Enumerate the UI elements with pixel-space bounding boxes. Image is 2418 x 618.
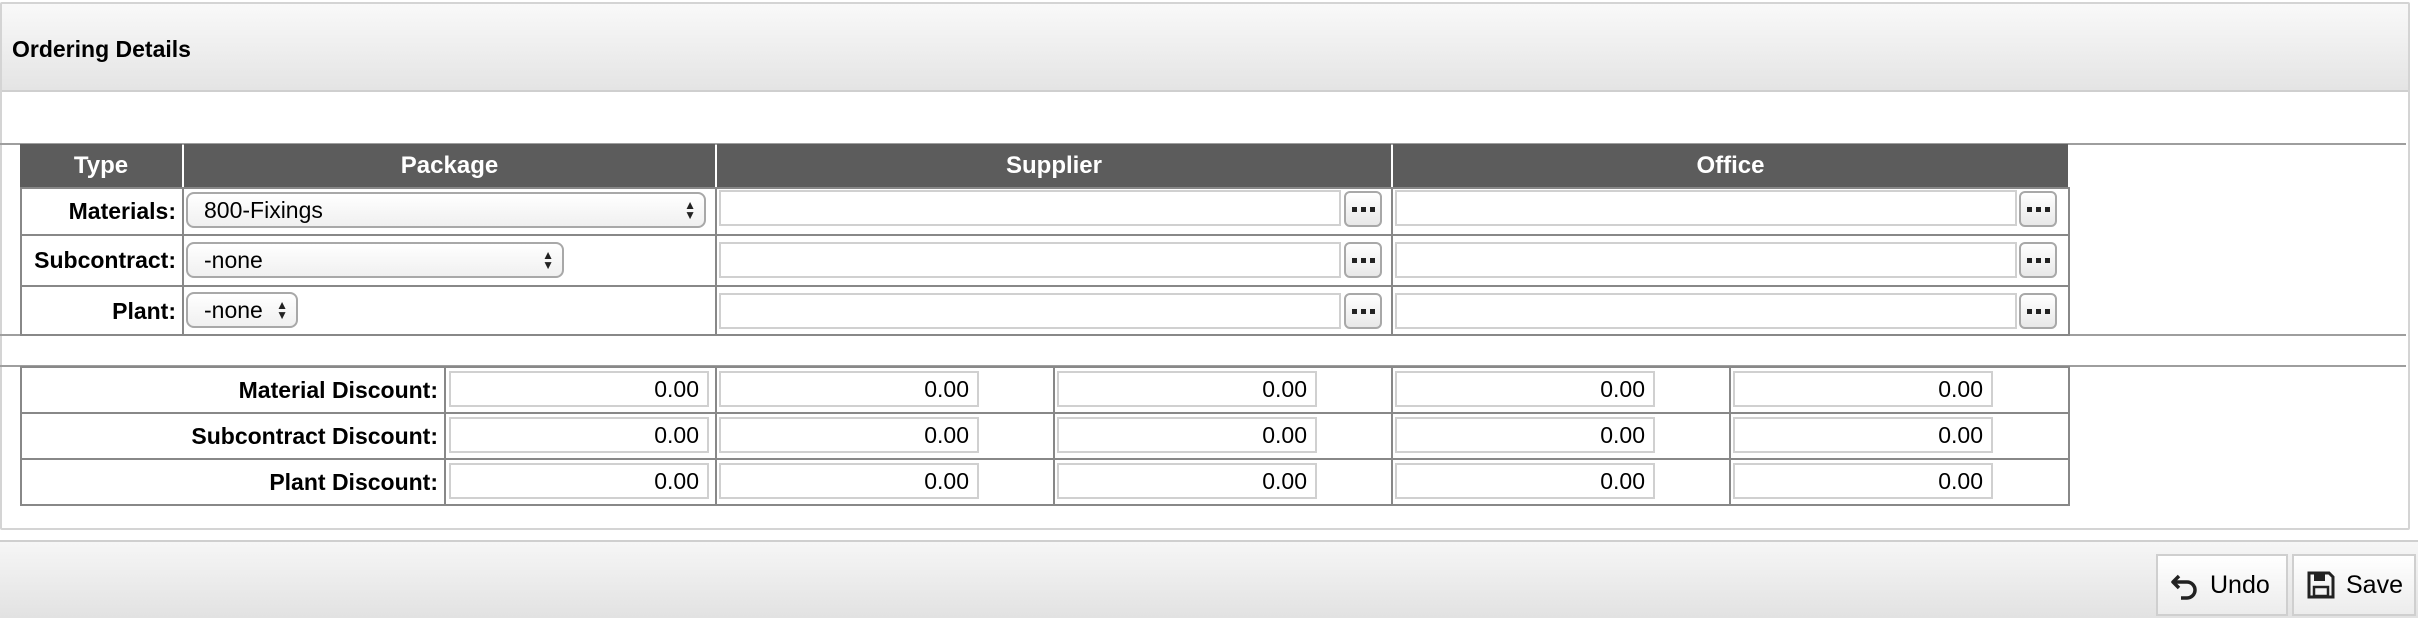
material-discount-label: Material Discount: — [238, 377, 438, 403]
row-label-plant: Plant: — [112, 298, 176, 324]
subcontract-supplier-input[interactable] — [719, 242, 1341, 278]
plant-discount-input[interactable]: 0.00 — [1395, 463, 1655, 499]
subcontract-discount-input[interactable]: 0.00 — [449, 417, 709, 453]
column-header-supplier: Supplier — [717, 144, 1391, 187]
material-discount-input[interactable]: 0.00 — [719, 371, 979, 407]
materials-package-select[interactable]: 800-Fixings ▲ ▼ — [186, 192, 706, 228]
col-divider — [444, 366, 446, 506]
subcontract-discount-input[interactable]: 0.00 — [719, 417, 979, 453]
plant-discount-input[interactable]: 0.00 — [449, 463, 709, 499]
plant-supplier-lookup-button[interactable] — [1344, 293, 1382, 329]
plant-discount-input[interactable]: 0.00 — [1057, 463, 1317, 499]
row-divider — [20, 458, 2070, 460]
select-value: -none — [204, 297, 263, 323]
save-icon — [2307, 571, 2335, 599]
col-divider — [715, 366, 717, 506]
panel-header: Ordering Details — [2, 4, 2408, 92]
column-header-office: Office — [1393, 144, 2068, 187]
undo-icon — [2171, 574, 2197, 600]
subcontract-discount-input[interactable]: 0.00 — [1733, 417, 1993, 453]
row-label-materials: Materials: — [68, 198, 176, 224]
plant-discount-input[interactable]: 0.00 — [719, 463, 979, 499]
subcontract-discount-input[interactable]: 0.00 — [1057, 417, 1317, 453]
material-discount-input[interactable]: 0.00 — [1733, 371, 1993, 407]
materials-supplier-input[interactable] — [719, 190, 1341, 226]
col-divider — [1053, 366, 1055, 506]
material-discount-input[interactable]: 0.00 — [1395, 371, 1655, 407]
col-divider — [715, 187, 717, 336]
select-value: -none — [204, 247, 263, 273]
material-discount-input[interactable]: 0.00 — [1057, 371, 1317, 407]
save-button[interactable]: Save — [2292, 554, 2416, 616]
materials-supplier-lookup-button[interactable] — [1344, 191, 1382, 227]
subcontract-package-select[interactable]: -none ▲ ▼ — [186, 242, 564, 278]
col-divider — [1729, 366, 1731, 506]
col-divider — [182, 187, 184, 336]
subcontract-supplier-lookup-button[interactable] — [1344, 242, 1382, 278]
updown-arrows-icon: ▲ ▼ — [276, 298, 288, 322]
footer-bar — [0, 540, 2418, 618]
subcontract-discount-input[interactable]: 0.00 — [1395, 417, 1655, 453]
row-divider — [20, 412, 2070, 414]
col-divider — [1391, 366, 1393, 506]
material-discount-input[interactable]: 0.00 — [449, 371, 709, 407]
materials-office-lookup-button[interactable] — [2019, 191, 2057, 227]
column-header-type: Type — [20, 144, 182, 187]
column-header-package: Package — [184, 144, 715, 187]
plant-discount-label: Plant Discount: — [269, 469, 438, 495]
subcontract-office-input[interactable] — [1395, 242, 2017, 278]
updown-arrows-icon: ▲ ▼ — [684, 198, 696, 222]
subcontract-discount-label: Subcontract Discount: — [191, 423, 438, 449]
row-divider — [20, 285, 2070, 287]
plant-office-lookup-button[interactable] — [2019, 293, 2057, 329]
undo-label: Undo — [2210, 570, 2270, 599]
panel-title: Ordering Details — [12, 36, 191, 62]
select-value: 800-Fixings — [204, 197, 323, 223]
undo-button[interactable]: Undo — [2156, 554, 2288, 616]
save-label: Save — [2346, 570, 2403, 599]
materials-office-input[interactable] — [1395, 190, 2017, 226]
row-label-subcontract: Subcontract: — [34, 247, 176, 273]
plant-package-select[interactable]: -none ▲ ▼ — [186, 292, 298, 328]
plant-supplier-input[interactable] — [719, 293, 1341, 329]
row-divider — [20, 234, 2070, 236]
updown-arrows-icon: ▲ ▼ — [542, 248, 554, 272]
plant-office-input[interactable] — [1395, 293, 2017, 329]
plant-discount-input[interactable]: 0.00 — [1733, 463, 1993, 499]
col-divider — [1391, 187, 1393, 336]
subcontract-office-lookup-button[interactable] — [2019, 242, 2057, 278]
